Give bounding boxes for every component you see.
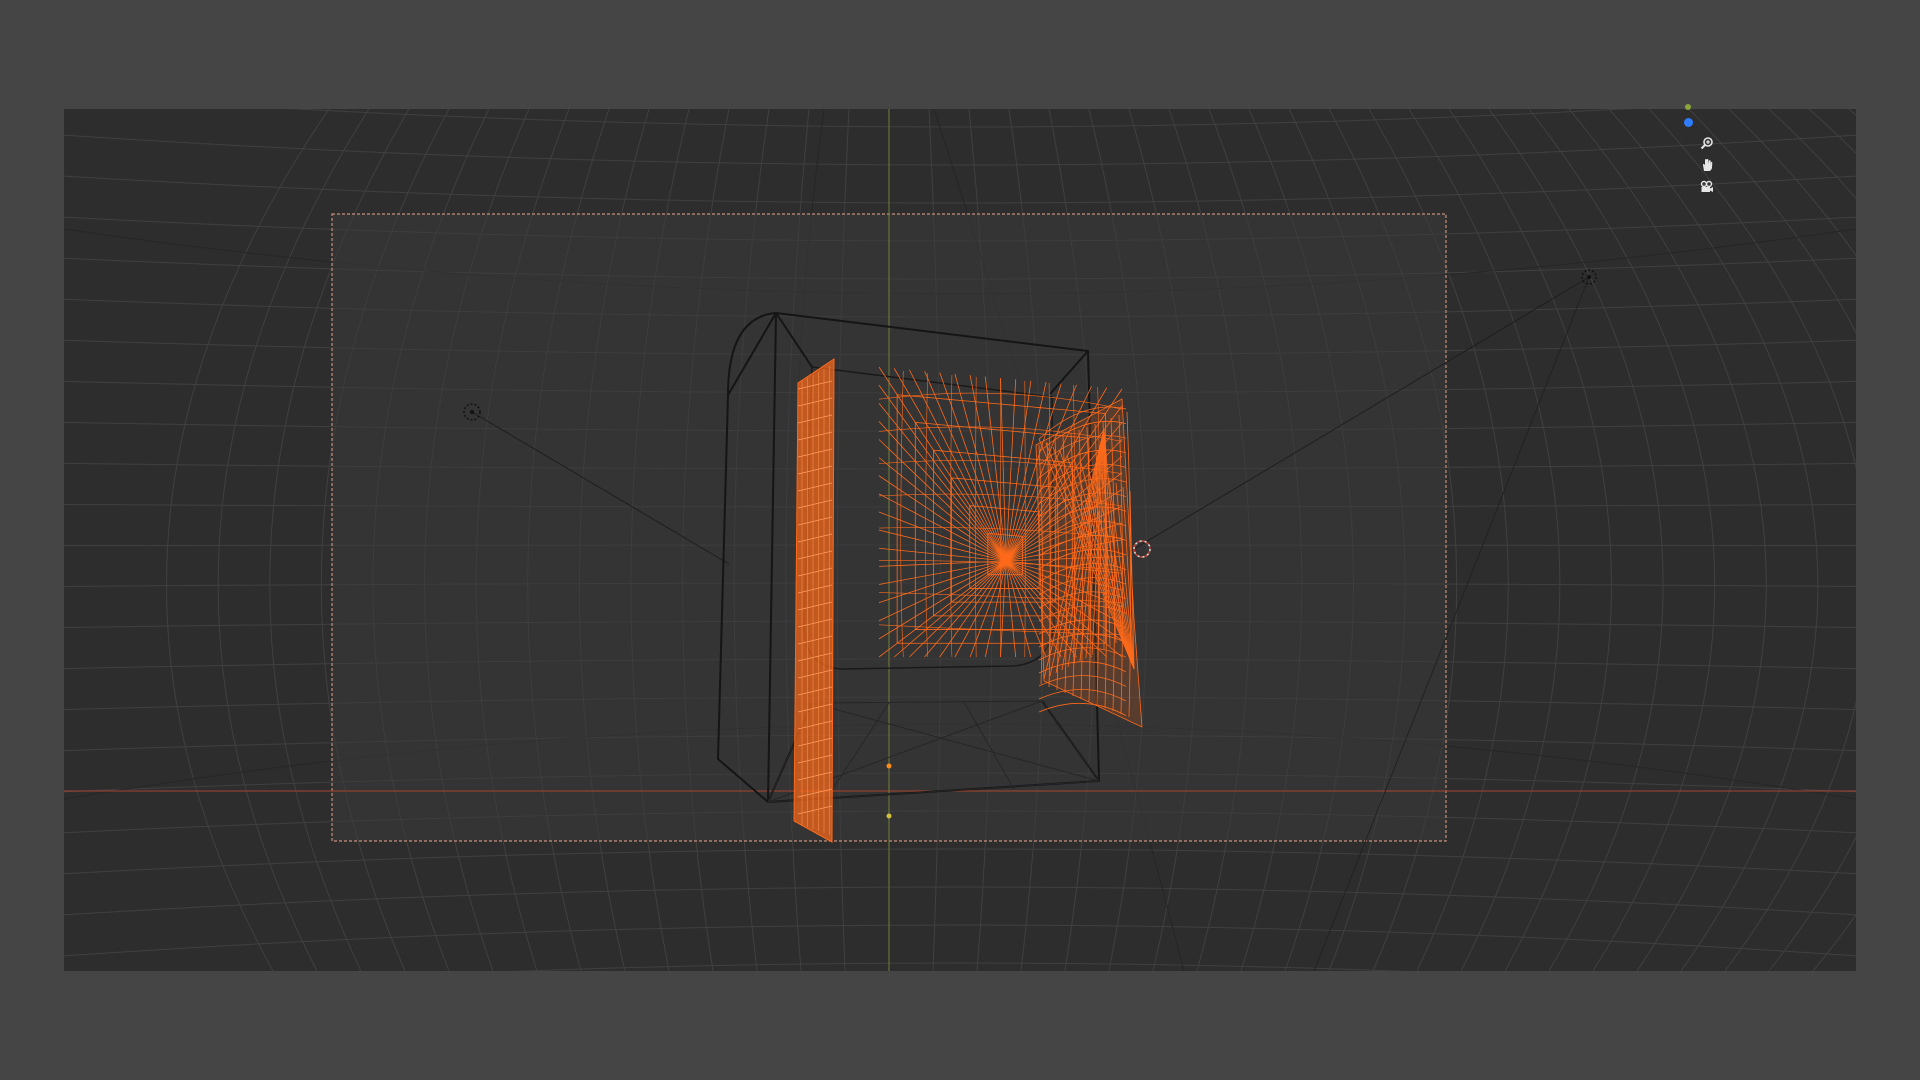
navigation-gizmo[interactable] xyxy=(1684,104,1724,204)
viewport-scene xyxy=(64,109,1856,971)
3d-viewport[interactable] xyxy=(64,109,1856,971)
light-right-icon[interactable] xyxy=(1581,269,1597,285)
object-origin[interactable] xyxy=(886,763,892,769)
hand-pan-icon[interactable] xyxy=(1696,154,1718,176)
y-axis-gizmo-dot[interactable] xyxy=(1685,104,1691,110)
z-axis-gizmo-dot[interactable] xyxy=(1684,118,1693,127)
world-origin xyxy=(886,813,892,819)
zoom-icon[interactable] xyxy=(1696,132,1718,154)
mesh-left-panel[interactable] xyxy=(793,358,835,843)
camera-view-icon[interactable] xyxy=(1696,176,1718,198)
